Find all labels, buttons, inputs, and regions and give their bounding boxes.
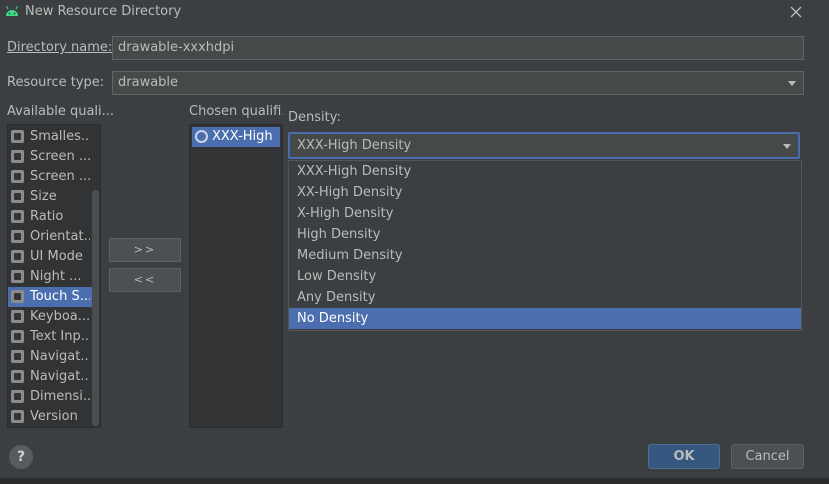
- density-option-highlighted[interactable]: No Density: [289, 308, 801, 329]
- directory-name-input[interactable]: drawable-xxxhdpi: [112, 36, 804, 60]
- list-item-label: Night ...: [30, 269, 82, 284]
- list-item[interactable]: Screen ...: [8, 167, 92, 187]
- list-item[interactable]: Night ...: [8, 267, 92, 287]
- editor-background-strip: [0, 478, 829, 484]
- ratio-icon: [11, 210, 24, 223]
- list-item[interactable]: Smalles...: [8, 127, 92, 147]
- screen-width-icon: [11, 150, 24, 163]
- list-item-label: Dimensi...: [30, 389, 90, 404]
- ok-button[interactable]: OK: [648, 444, 720, 469]
- window-title: New Resource Directory: [25, 4, 182, 19]
- chosen-qualifiers-label: Chosen qualifi...: [189, 104, 283, 119]
- size-icon: [11, 190, 24, 203]
- list-item[interactable]: Navigat...: [8, 347, 92, 367]
- density-select-value: XXX-High Density: [297, 138, 412, 153]
- density-option[interactable]: XX-High Density: [289, 182, 801, 203]
- list-item-selected[interactable]: Touch S...: [8, 287, 92, 307]
- list-item-label: Ratio: [30, 209, 64, 224]
- density-dropdown-list[interactable]: XXX-High Density XX-High Density X-High …: [288, 160, 802, 331]
- available-list-scrollbar[interactable]: [92, 190, 99, 426]
- dimension-icon: [11, 390, 24, 403]
- screen-height-icon: [11, 170, 24, 183]
- list-item-label: Screen ...: [30, 149, 90, 164]
- directory-name-label: Directory name:: [7, 40, 112, 55]
- cancel-button[interactable]: Cancel: [731, 444, 804, 469]
- available-qualifiers-label: Available quali...: [7, 104, 115, 119]
- density-option[interactable]: Any Density: [289, 287, 801, 308]
- list-item[interactable]: Version: [8, 407, 92, 427]
- list-item-label: Orientat...: [30, 229, 90, 244]
- chosen-qualifiers-list[interactable]: XXX-High ...: [189, 124, 283, 428]
- list-item[interactable]: Keyboa...: [8, 307, 92, 327]
- resource-type-label: Resource type:: [7, 75, 104, 90]
- list-item-label: Touch S...: [30, 289, 90, 304]
- chevron-down-icon: [788, 81, 796, 86]
- resource-type-select[interactable]: drawable: [112, 71, 804, 95]
- ui-mode-icon: [11, 250, 24, 263]
- list-item[interactable]: Orientat...: [8, 227, 92, 247]
- list-item-label: XXX-High ...: [212, 129, 278, 144]
- list-item[interactable]: Screen ...: [8, 147, 92, 167]
- density-select[interactable]: XXX-High Density: [288, 132, 800, 159]
- density-option[interactable]: Low Density: [289, 266, 801, 287]
- resource-type-label-text: Resource type:: [7, 75, 105, 90]
- available-qualifiers-list[interactable]: Smalles... Screen ... Screen ... Size Ra…: [7, 124, 101, 428]
- density-label: Density:: [288, 110, 341, 125]
- list-item[interactable]: Text Inp...: [8, 327, 92, 347]
- list-item[interactable]: Dimensi...: [8, 387, 92, 407]
- text-input-icon: [11, 330, 24, 343]
- density-option[interactable]: X-High Density: [289, 203, 801, 224]
- list-item-label: Navigat...: [30, 369, 90, 384]
- list-item-label: Navigat...: [30, 349, 90, 364]
- list-item[interactable]: Ratio: [8, 207, 92, 227]
- navigation-method-icon: [11, 370, 24, 383]
- keyboard-icon: [11, 310, 24, 323]
- density-option[interactable]: Medium Density: [289, 245, 801, 266]
- version-icon: [11, 410, 24, 423]
- list-item-selected[interactable]: XXX-High ...: [192, 127, 280, 147]
- list-item-label: Size: [30, 189, 57, 204]
- directory-name-label-text: Directory name:: [7, 40, 113, 55]
- list-item-label: UI Mode: [30, 249, 83, 264]
- chevron-down-icon: [783, 144, 791, 149]
- density-option[interactable]: XXX-High Density: [289, 161, 801, 182]
- density-option[interactable]: High Density: [289, 224, 801, 245]
- navigation-state-icon: [11, 350, 24, 363]
- night-mode-icon: [11, 270, 24, 283]
- list-item[interactable]: Navigat...: [8, 367, 92, 387]
- orientation-icon: [11, 230, 24, 243]
- list-item-label: Version: [30, 409, 78, 424]
- smallest-width-icon: [11, 130, 24, 143]
- list-item-label: Keyboa...: [30, 309, 90, 324]
- list-item[interactable]: Size: [8, 187, 92, 207]
- close-icon[interactable]: [786, 2, 806, 22]
- list-item-label: Smalles...: [30, 129, 90, 144]
- list-item[interactable]: UI Mode: [8, 247, 92, 267]
- list-item-label: Screen ...: [30, 169, 90, 184]
- density-icon: [195, 130, 208, 143]
- list-item-label: Text Inp...: [30, 329, 90, 344]
- resource-type-value: drawable: [118, 75, 179, 90]
- remove-qualifier-button[interactable]: <<: [109, 268, 181, 292]
- android-icon: [5, 6, 19, 16]
- touch-screen-icon: [11, 290, 24, 303]
- add-qualifier-button[interactable]: >>: [109, 238, 181, 262]
- help-button[interactable]: ?: [9, 445, 33, 469]
